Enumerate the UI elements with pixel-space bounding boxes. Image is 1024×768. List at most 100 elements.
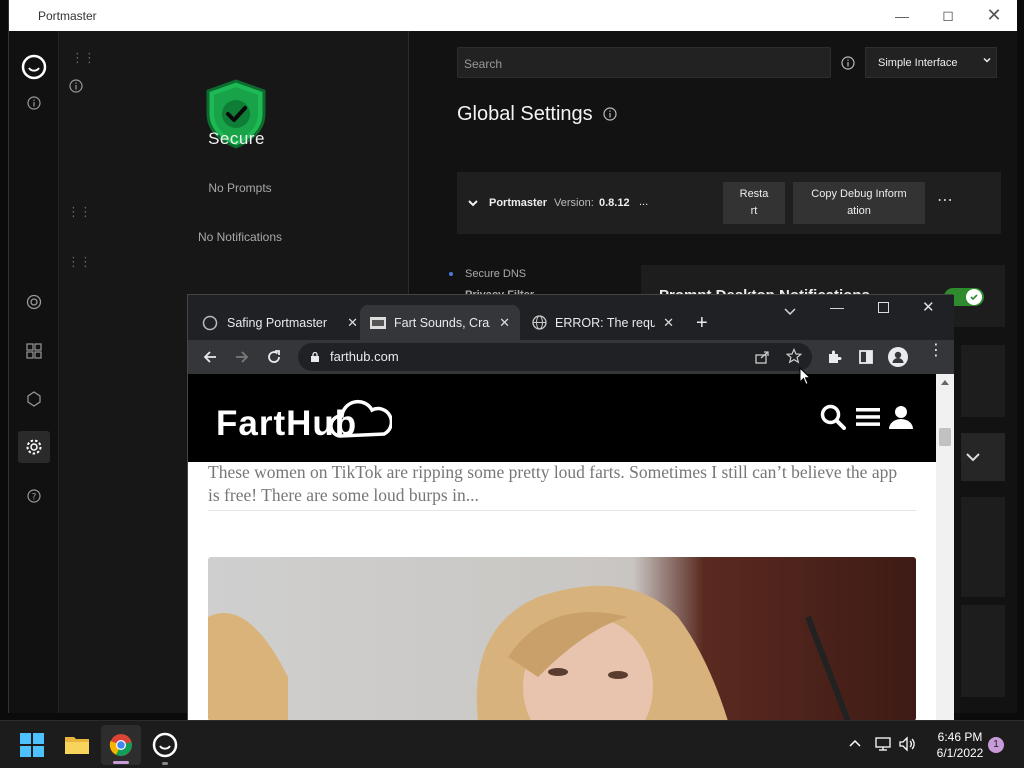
close-button[interactable]: ✕ [922, 298, 935, 316]
notification-count-badge[interactable]: 1 [988, 737, 1004, 753]
svg-text:?: ? [32, 493, 37, 503]
settings-gear-icon[interactable] [18, 431, 50, 463]
tab-label: ERROR: The reque [555, 315, 655, 330]
lock-icon [310, 351, 320, 363]
tab-close-icon[interactable]: ✕ [499, 315, 510, 331]
volume-icon[interactable] [898, 736, 916, 752]
chevron-down-icon [982, 55, 992, 65]
window-title: Portmaster [38, 9, 97, 23]
chrome-menu-icon[interactable]: ⋮ [928, 343, 944, 359]
search-input[interactable]: Search [457, 47, 831, 78]
interface-mode-select[interactable]: Simple Interface [865, 47, 997, 78]
extensions-puzzle-icon[interactable] [826, 349, 842, 365]
toggle-check-icon [966, 289, 982, 305]
address-bar[interactable]: farthub.com [298, 343, 812, 371]
tab-label: Fart Sounds, Crazy [394, 315, 490, 330]
restart-button-label: Resta rt [739, 188, 769, 217]
version-label: Version: [554, 197, 594, 209]
search-icon[interactable] [820, 404, 846, 430]
version-value: 0.8.12 [599, 197, 630, 209]
reload-icon[interactable] [266, 349, 282, 365]
info-icon[interactable] [9, 87, 59, 119]
tab-error[interactable]: ERROR: The reque ✕ [532, 305, 674, 340]
info-icon[interactable] [69, 79, 83, 93]
interface-mode-label: Simple Interface [878, 56, 958, 69]
divider [208, 510, 916, 511]
close-button[interactable]: ✕ [971, 0, 1017, 31]
version-ellipsis: ... [639, 196, 649, 208]
tray-chevron-up-icon[interactable] [848, 738, 862, 748]
chrome-window: Safing Portmaster ✕ Fart Sounds, Crazy ✕… [187, 294, 954, 721]
setting-card [961, 345, 1005, 417]
start-windows-icon[interactable] [12, 725, 52, 765]
globe-icon [532, 315, 547, 330]
web-page: FartHub These women on TikTok are rippin… [188, 374, 936, 721]
chevron-down-icon[interactable] [467, 197, 479, 209]
tab-label: Safing Portmaster [227, 315, 328, 330]
page-scrollbar[interactable] [936, 374, 954, 721]
copy-debug-info-button[interactable]: Copy Debug Inform ation [793, 182, 925, 224]
portmaster-icon[interactable] [145, 725, 185, 765]
new-tab-plus-icon[interactable]: + [696, 312, 708, 335]
article-photo[interactable] [208, 557, 916, 721]
restart-button[interactable]: Resta rt [723, 182, 785, 224]
drag-handle-icon[interactable]: ⋮⋮ [67, 255, 92, 268]
maximize-button[interactable]: ◻ [925, 0, 971, 31]
no-prompts-label: No Prompts [208, 181, 272, 195]
portmaster-favicon-icon [202, 315, 218, 331]
mouse-cursor-icon [799, 367, 811, 386]
more-options-icon[interactable]: ⋯ [937, 190, 953, 210]
info-icon[interactable] [841, 56, 855, 70]
nav-secure-dns[interactable]: Secure DNS [465, 268, 526, 280]
active-app-indicator [113, 761, 129, 764]
tab-safing-portmaster[interactable]: Safing Portmaster ✕ [202, 305, 358, 340]
monitor-icon[interactable] [9, 286, 59, 318]
tab-close-icon[interactable]: ✕ [663, 315, 674, 331]
security-status-label: Secure [208, 129, 265, 148]
menu-hamburger-icon[interactable] [856, 407, 880, 427]
maximize-button[interactable] [878, 302, 889, 313]
tab-search-chevron-icon[interactable] [784, 305, 796, 317]
url-text: farthub.com [330, 349, 399, 364]
component-name: Portmaster [489, 197, 548, 209]
scroll-up-arrow-icon[interactable] [941, 380, 949, 385]
share-icon[interactable] [754, 349, 770, 365]
bookmark-star-icon[interactable] [786, 348, 802, 364]
drag-handle-icon[interactable]: ⋮⋮ [71, 51, 96, 64]
side-panel-icon[interactable] [858, 349, 874, 365]
info-icon[interactable] [603, 107, 617, 121]
browser-toolbar: farthub.com ⋮ [188, 340, 954, 374]
help-icon[interactable]: ? [9, 480, 59, 512]
chrome-icon[interactable] [101, 725, 141, 765]
no-notifications-label: No Notifications [197, 230, 283, 244]
forward-arrow-icon[interactable] [234, 349, 250, 365]
clock-time[interactable]: 6:46 PM [930, 730, 990, 744]
spn-icon[interactable] [9, 383, 59, 415]
setting-card [961, 605, 1005, 697]
scroll-thumb[interactable] [939, 428, 951, 446]
tab-fart-sounds[interactable]: Fart Sounds, Crazy ✕ [360, 305, 520, 340]
article-excerpt[interactable]: These women on TikTok are ripping some p… [208, 461, 908, 507]
drag-handle-icon[interactable]: ⋮⋮ [67, 205, 92, 218]
minimize-button[interactable]: — [830, 299, 844, 315]
minimize-button[interactable]: — [879, 0, 925, 31]
file-explorer-icon[interactable] [57, 725, 97, 765]
setting-card [961, 497, 1005, 597]
collapsed-section[interactable] [961, 433, 1005, 481]
nav-bullet [449, 272, 453, 276]
clock-date[interactable]: 6/1/2022 [930, 746, 990, 760]
title-bar: Portmaster — ◻ ✕ [9, 0, 1017, 31]
icon-rail: ? [9, 31, 59, 713]
back-arrow-icon[interactable] [202, 349, 218, 365]
tab-strip: Safing Portmaster ✕ Fart Sounds, Crazy ✕… [188, 295, 954, 340]
apps-icon[interactable] [9, 335, 59, 367]
portmaster-logo-icon[interactable] [9, 51, 59, 83]
site-header: FartHub [188, 374, 936, 462]
page-title: Global Settings [457, 103, 593, 125]
user-account-icon[interactable] [888, 404, 914, 430]
cloud-logo-icon [328, 390, 392, 448]
profile-avatar-icon[interactable] [888, 347, 908, 367]
network-icon[interactable] [874, 736, 892, 752]
tab-close-icon[interactable]: ✕ [347, 315, 358, 331]
copy-debug-button-label: Copy Debug Inform ation [811, 188, 907, 217]
